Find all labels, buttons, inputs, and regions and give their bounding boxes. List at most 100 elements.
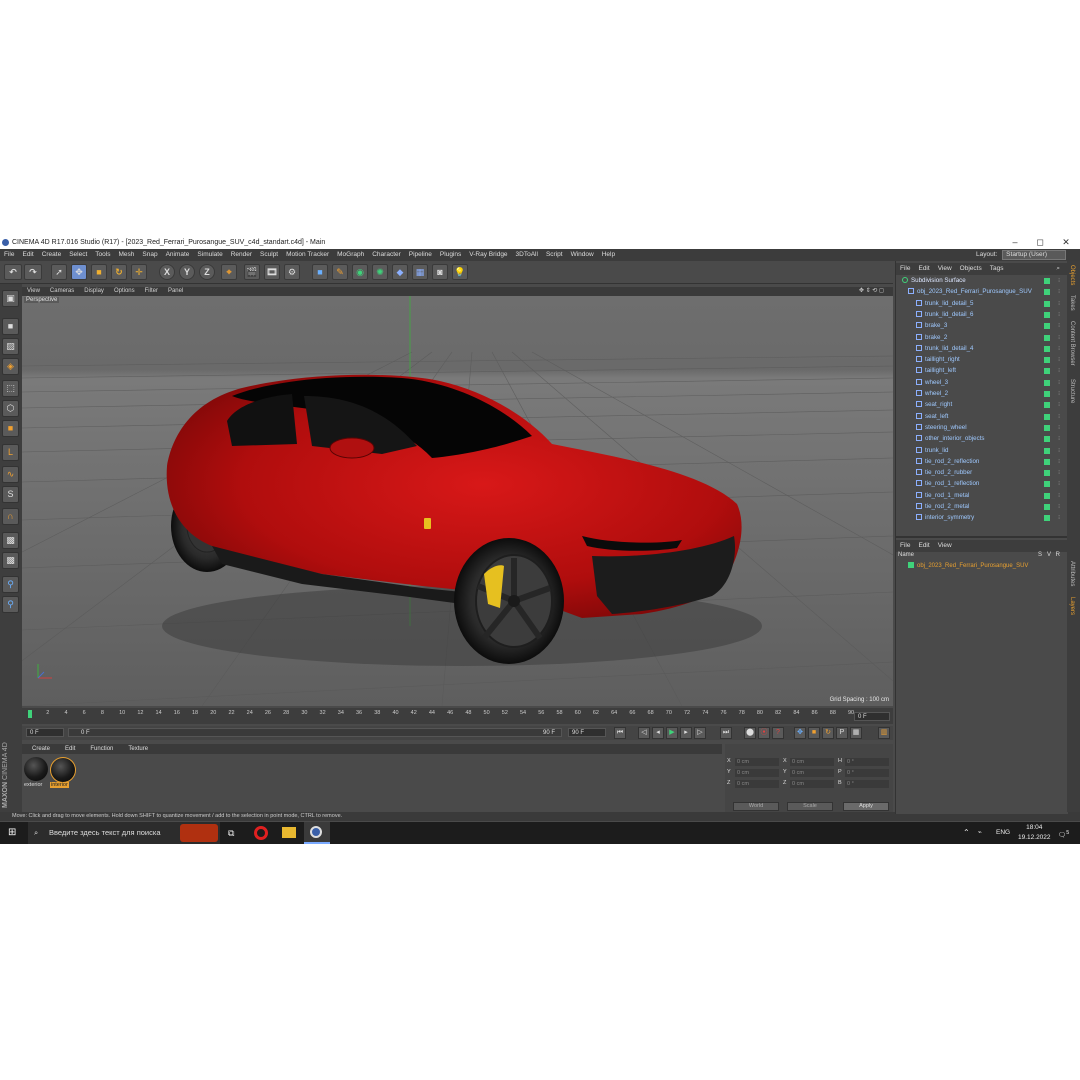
object-row[interactable]: trunk_lid_detail_4 ⁝ [898,344,1064,355]
material-menu-edit[interactable]: Edit [55,744,80,754]
rotation-key-icon[interactable]: ↻ [822,727,834,739]
visibility-dots-icon[interactable]: ⁝ [1058,389,1060,400]
layer-menu-edit[interactable]: Edit [914,540,933,552]
layer-color-tag[interactable] [1044,289,1050,296]
visibility-dots-icon[interactable]: ⁝ [1058,333,1060,344]
menu-plugins[interactable]: Plugins [436,249,465,261]
layer-color-tag[interactable] [1044,424,1050,431]
object-row[interactable]: taillight_right ⁝ [898,355,1064,366]
menu-sculpt[interactable]: Sculpt [256,249,282,261]
layer-color-tag[interactable] [1044,481,1050,488]
layer-color-tag[interactable] [1044,504,1050,510]
edges-mode-icon[interactable]: ⬡ [2,400,19,417]
layer-color-tag[interactable] [1044,458,1050,465]
render-picture-viewer-icon[interactable]: 🎞 [264,264,280,280]
menu-file[interactable]: File [0,249,18,261]
playhead[interactable] [28,710,32,718]
objmgr-search-icon[interactable]: ⌕ [1052,263,1064,275]
layer-color-tag[interactable] [1044,492,1050,499]
texture-mode-icon[interactable]: ▨ [2,338,19,355]
z-axis-lock-button[interactable]: Z [199,264,215,280]
tray-chevron-icon[interactable]: ⌃ [963,822,970,844]
pos-z-field[interactable]: 0 cm [735,780,779,788]
object-row[interactable]: other_interior_objects ⁝ [898,434,1064,445]
render-settings-icon[interactable]: ⚙ [284,264,300,280]
visibility-dots-icon[interactable]: ⁝ [1058,479,1060,490]
viewport-menu-options[interactable]: Options [109,287,140,296]
tab-attributes[interactable]: Attributes [1069,561,1075,586]
menu-render[interactable]: Render [227,249,256,261]
cinema4d-taskbar-icon[interactable] [304,822,330,844]
rot-b-field[interactable]: 0 ° [845,780,889,788]
param-key-icon[interactable]: P [836,727,848,739]
x-axis-lock-button[interactable]: X [159,264,175,280]
tray-clock[interactable]: 18:04 19.12.2022 [1018,823,1051,845]
network-icon[interactable]: ⌁ [978,822,982,844]
play-icon[interactable]: ▶ [666,727,678,739]
autokey-icon[interactable]: ⦿ [758,727,770,739]
timeline-ruler[interactable]: 0246810121416182022242628303234363840424… [22,708,893,724]
visibility-dots-icon[interactable]: ⁝ [1058,457,1060,468]
go-to-start-icon[interactable]: ⏮ [614,727,626,739]
cloner-icon[interactable]: ✺ [372,264,388,280]
coordinate-system-icon[interactable]: ⌖ [221,264,237,280]
next-frame-icon[interactable]: ▸ [680,727,692,739]
visibility-dots-icon[interactable]: ⁝ [1058,287,1060,298]
minimize-button[interactable]: – [1005,237,1025,248]
menu-snap[interactable]: Snap [138,249,161,261]
layer-color-tag[interactable] [1044,402,1050,409]
object-row[interactable]: brake_3 ⁝ [898,321,1064,332]
object-row[interactable]: trunk_lid ⁝ [898,446,1064,457]
layer-color-tag[interactable] [1044,334,1050,341]
python-script-icon[interactable]: ⚲ [2,576,19,593]
visibility-dots-icon[interactable]: ⁝ [1058,276,1060,287]
layer-color-tag[interactable] [1044,391,1050,397]
end-frame-field[interactable]: 90 F [568,728,606,737]
floor-icon[interactable]: ▦ [412,264,428,280]
live-select-icon[interactable]: ✛ [131,264,147,280]
layer-color-tag[interactable] [1044,368,1050,375]
rot-p-field[interactable]: 0 ° [845,769,889,777]
menu-script[interactable]: Script [542,249,567,261]
visibility-dots-icon[interactable]: ⁝ [1058,491,1060,502]
keyframe-selection-icon[interactable]: ? [772,727,784,739]
y-axis-lock-button[interactable]: Y [179,264,195,280]
opera-browser-icon[interactable] [254,826,268,840]
menu-mesh[interactable]: Mesh [114,249,138,261]
menu-motion-tracker[interactable]: Motion Tracker [282,249,333,261]
layer-color-tag[interactable] [1044,357,1050,364]
workplane-mode-icon[interactable]: ◈ [2,358,19,375]
layer-color-tag[interactable] [1044,436,1050,443]
tab-layers[interactable]: Layers [1069,597,1075,615]
render-view-icon[interactable]: 🎬 [244,264,260,280]
menu-tools[interactable]: Tools [91,249,114,261]
tray-language[interactable]: ENG [996,822,1010,844]
subdivision-surface-icon[interactable]: ◉ [352,264,368,280]
material-interior-swatch[interactable] [50,757,76,783]
viewport-menu-filter[interactable]: Filter [140,287,163,296]
previous-frame-icon[interactable]: ◂ [652,727,664,739]
layer-color-tag[interactable] [1044,323,1050,330]
size-z-field[interactable]: 0 cm [790,780,834,788]
file-explorer-icon[interactable] [282,827,296,838]
object-row[interactable]: seat_left ⁝ [898,412,1064,423]
visibility-dots-icon[interactable]: ⁝ [1058,321,1060,332]
object-row[interactable]: tie_rod_2_metal ⁝ [898,502,1064,513]
current-frame-field[interactable]: 0 F [854,712,890,721]
viewport-menu-panel[interactable]: Panel [163,287,188,296]
notifications-icon[interactable]: 🗨5 [1058,822,1069,844]
go-to-end-icon[interactable]: ⏭ [720,727,732,739]
layer-menu-view[interactable]: View [934,540,956,552]
menu-edit[interactable]: Edit [18,249,37,261]
visibility-dots-icon[interactable]: ⁝ [1058,434,1060,445]
timeline-window-icon[interactable]: ▥ [878,727,890,739]
visibility-dots-icon[interactable]: ⁝ [1058,446,1060,457]
material-menu-function[interactable]: Function [80,744,118,754]
visibility-dots-icon[interactable]: ⁝ [1058,344,1060,355]
perspective-viewport[interactable]: Perspective Grid Spacing : 100 cm [22,296,893,706]
menu-select[interactable]: Select [65,249,91,261]
object-row[interactable]: obj_2023_Red_Ferrari_Purosangue_SUV ⁝ [898,287,1064,298]
layer-color-tag[interactable] [1044,413,1050,420]
scale-tool-icon[interactable]: ■ [91,264,107,280]
layout-dropdown[interactable]: Startup (User) [1002,250,1066,260]
